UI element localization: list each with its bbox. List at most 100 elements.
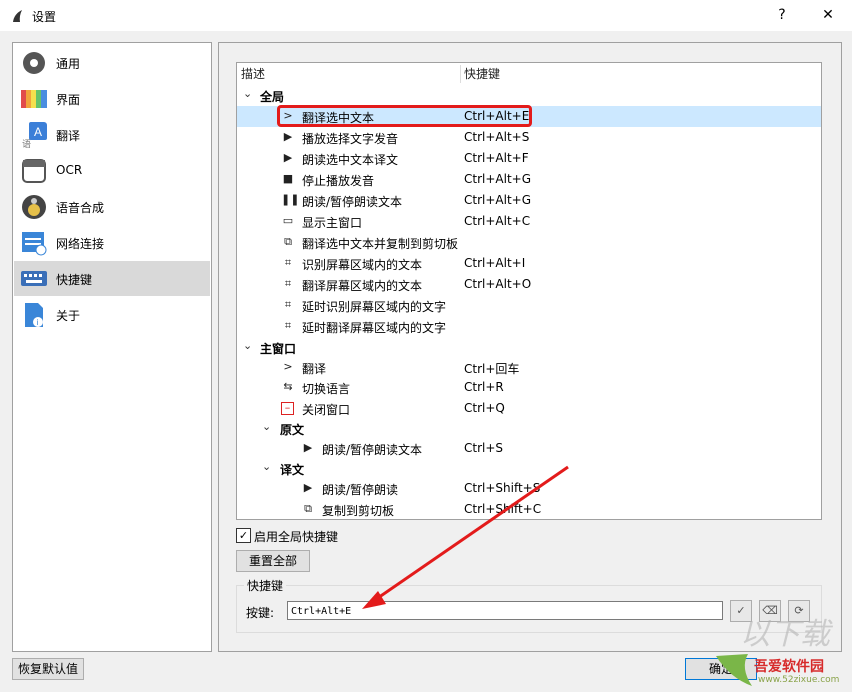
palette-icon	[21, 90, 47, 108]
group-row-translation[interactable]: ⌄ 译文	[237, 458, 821, 479]
row-label: 延时翻译屏幕区域内的文字	[302, 321, 447, 335]
group-row-main-window[interactable]: ⌄ 主窗口	[237, 337, 821, 358]
chevron-down-icon[interactable]: ⌄	[262, 460, 271, 473]
copy-icon: ⧉	[304, 502, 312, 515]
row-shortcut: Ctrl+Alt+C	[464, 214, 531, 228]
tree-row[interactable]: ▶ 播放选择文字发音 Ctrl+Alt+S	[237, 127, 821, 148]
info-icon: i	[25, 303, 43, 327]
annotation-highlight-box	[277, 105, 532, 127]
group-label: 原文	[280, 423, 305, 437]
ocr-icon	[22, 159, 46, 183]
crop-icon: ⌗	[284, 277, 292, 290]
tree-row[interactable]: ▶ 朗读/暂停朗读 Ctrl+Shift+S	[237, 478, 821, 499]
tree-row[interactable]: ⌗ 延时翻译屏幕区域内的文字	[237, 316, 821, 337]
copy-icon: ⧉	[284, 235, 292, 248]
shortcut-key-input[interactable]: Ctrl+Alt+E	[287, 601, 723, 620]
play-icon: ▶	[303, 481, 313, 494]
tree-row[interactable]: ▶ 朗读/暂停朗读文本 Ctrl+S	[237, 438, 821, 459]
tree-row[interactable]: ⌗ 延时识别屏幕区域内的文字	[237, 295, 821, 316]
row-label: 切换语言	[302, 382, 351, 396]
enable-global-shortcuts-label[interactable]: 启用全局快捷键	[254, 528, 338, 545]
row-shortcut: Ctrl+Alt+S	[464, 130, 530, 144]
watermark: 以下载 吾爱软件园 www.52zixue.com	[700, 608, 850, 690]
row-label: 朗读/暂停朗读文本	[322, 443, 423, 457]
play-icon: ▶	[283, 130, 293, 143]
group-label: 主窗口	[260, 342, 297, 356]
row-label: 延时识别屏幕区域内的文字	[302, 300, 447, 314]
column-header-description[interactable]: 描述	[241, 63, 265, 85]
tree-row[interactable]: > 翻译 Ctrl+回车	[237, 357, 821, 378]
tree-row[interactable]: ⌗ 翻译屏幕区域内的文本 Ctrl+Alt+O	[237, 274, 821, 295]
sidebar-item-network[interactable]: 网络连接	[14, 225, 210, 260]
window-icon: ▭	[282, 214, 294, 227]
column-header-shortcut[interactable]: 快捷键	[464, 63, 500, 85]
tree-row[interactable]: ▭ 显示主窗口 Ctrl+Alt+C	[237, 211, 821, 232]
row-shortcut: Ctrl+Alt+G	[464, 193, 532, 207]
sidebar-item-label: 界面	[56, 93, 81, 107]
tree-row[interactable]: ⧉ 翻译选中文本并复制到剪切板	[237, 232, 821, 253]
svg-text:i: i	[37, 318, 39, 327]
shortcut-group-title: 快捷键	[244, 577, 287, 594]
chevron-down-icon[interactable]: ⌄	[262, 420, 271, 433]
svg-text:A: A	[34, 125, 42, 139]
reset-all-button[interactable]: 重置全部	[236, 550, 310, 572]
restore-defaults-button[interactable]: 恢复默认值	[12, 658, 84, 680]
row-shortcut: Ctrl+R	[464, 380, 504, 394]
tree-row[interactable]: ⌗ 识别屏幕区域内的文本 Ctrl+Alt+I	[237, 253, 821, 274]
row-shortcut: Ctrl+Q	[464, 401, 505, 415]
tree-row[interactable]: ▶ 朗读选中文本译文 Ctrl+Alt+F	[237, 148, 821, 169]
group-label: 全局	[260, 90, 285, 104]
group-row-global[interactable]: ⌄ 全局	[237, 85, 821, 106]
row-label: 停止播放发音	[302, 174, 375, 188]
row-shortcut: Ctrl+Shift+C	[464, 502, 542, 516]
window-title: 设置	[32, 10, 57, 24]
shortcut-tree: 描述 快捷键 ⌄ 全局 > 翻译选中文本 Ctrl+Alt+E ▶ 播放选择文字…	[236, 62, 822, 520]
watermark-text: 吾爱软件园	[754, 659, 824, 675]
row-label: 翻译选中文本并复制到剪切板	[302, 237, 459, 251]
sidebar-item-label: 快捷键	[56, 273, 93, 287]
row-shortcut: Ctrl+S	[464, 441, 504, 455]
sidebar-item-general[interactable]: 通用	[14, 45, 210, 80]
app-logo-icon	[13, 10, 22, 22]
row-label: 识别屏幕区域内的文本	[302, 258, 423, 272]
sidebar-item-label: 通用	[56, 57, 81, 71]
play-icon: ▶	[283, 151, 293, 164]
row-shortcut: Ctrl+Shift+S	[464, 481, 541, 495]
enable-global-shortcuts-checkbox[interactable]: ✓	[236, 528, 251, 543]
row-label: 翻译屏幕区域内的文本	[302, 279, 423, 293]
sidebar-item-shortcuts[interactable]: 快捷键	[14, 261, 210, 296]
swap-icon: ⇆	[283, 380, 293, 393]
chevron-down-icon[interactable]: ⌄	[243, 339, 252, 352]
sidebar-item-tts[interactable]: 语音合成	[14, 189, 210, 224]
translate-icon: A语	[22, 122, 47, 148]
tree-row[interactable]: ■ 停止播放发音 Ctrl+Alt+G	[237, 169, 821, 190]
close-window-icon: –	[281, 402, 294, 415]
sidebar-item-about[interactable]: i 关于	[14, 297, 210, 332]
group-label: 译文	[280, 463, 305, 477]
row-shortcut: Ctrl+回车	[464, 362, 520, 376]
column-divider[interactable]	[460, 65, 461, 83]
group-row-source[interactable]: ⌄ 原文	[237, 418, 821, 439]
tree-row[interactable]: ❚❚ 朗读/暂停朗读文本 Ctrl+Alt+G	[237, 190, 821, 211]
tree-row[interactable]: ⇆ 切换语言 Ctrl+R	[237, 377, 821, 398]
close-button[interactable]: ✕	[806, 0, 850, 31]
sidebar-item-translate[interactable]: A语 翻译	[14, 117, 210, 152]
network-icon	[22, 232, 47, 256]
sidebar-item-label: OCR	[56, 163, 83, 177]
row-label: 朗读/暂停朗读文本	[302, 195, 403, 209]
crop-icon: ⌗	[284, 298, 292, 311]
row-label: 朗读/暂停朗读	[322, 483, 399, 497]
sidebar-item-label: 网络连接	[56, 237, 105, 251]
sidebar-item-interface[interactable]: 界面	[14, 81, 210, 116]
speaker-icon	[22, 195, 46, 219]
row-label: 显示主窗口	[302, 216, 363, 230]
tree-row[interactable]: ⧉ 复制到剪切板 Ctrl+Shift+C	[237, 499, 821, 519]
chevron-down-icon[interactable]: ⌄	[243, 87, 252, 100]
tree-row[interactable]: – 关闭窗口 Ctrl+Q	[237, 398, 821, 419]
help-button[interactable]: ?	[760, 0, 804, 31]
crop-icon: ⌗	[284, 256, 292, 269]
row-label: 复制到剪切板	[322, 504, 395, 518]
sidebar-item-label: 语音合成	[56, 201, 105, 215]
gear-icon	[23, 52, 45, 74]
sidebar-item-ocr[interactable]: OCR	[14, 153, 210, 188]
